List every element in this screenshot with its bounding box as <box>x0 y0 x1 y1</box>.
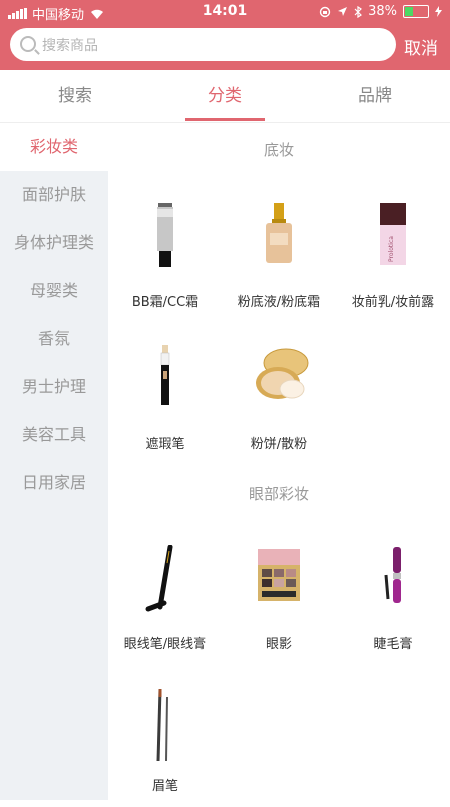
cancel-button[interactable]: 取消 <box>404 34 438 59</box>
product-label: 睫毛膏 <box>373 637 413 652</box>
charging-icon <box>435 6 442 17</box>
primer-bottle-icon: Prolotica <box>380 203 406 265</box>
product-primer[interactable]: Prolotica 妆前乳/妆前露 <box>336 203 450 323</box>
product-eyebrow-pencil[interactable]: 眉笔 <box>108 687 222 807</box>
tab-label: 搜索 <box>58 86 92 106</box>
sidebar-item-mens-care[interactable]: 男士护理 <box>0 363 108 411</box>
product-powder[interactable]: 粉饼/散粉 <box>222 345 336 465</box>
section-title: 底妆 <box>263 141 294 159</box>
tab-category[interactable]: 分类 <box>150 70 300 122</box>
product-label: 遮瑕笔 <box>145 437 185 452</box>
product-mascara[interactable]: 睫毛膏 <box>336 545 450 665</box>
bb-cream-tube-icon <box>157 203 173 267</box>
tab-search[interactable]: 搜索 <box>0 70 150 122</box>
sidebar-item-body-care[interactable]: 身体护理类 <box>0 219 108 267</box>
product-label: 眼影 <box>265 637 292 652</box>
sidebar-item-beauty-tools[interactable]: 美容工具 <box>0 411 108 459</box>
orientation-lock-icon <box>319 6 331 17</box>
location-icon <box>338 7 348 16</box>
category-content: 底妆 BB霜/CC霜 粉底液/粉底霜 Prolotica 妆前乳/妆前露 遮瑕笔… <box>108 123 450 800</box>
tab-label: 品牌 <box>358 86 392 106</box>
search-icon <box>20 36 36 52</box>
sidebar-item-home[interactable]: 日用家居 <box>0 459 108 507</box>
product-bb-cream[interactable]: BB霜/CC霜 <box>108 203 222 323</box>
product-eyeshadow[interactable]: 眼影 <box>222 545 336 665</box>
product-label: 眼线笔/眼线膏 <box>123 637 207 652</box>
battery-percent: 38% <box>368 4 397 19</box>
search-bar[interactable] <box>10 28 396 63</box>
tab-underline <box>185 118 265 121</box>
eyebrow-pencil-icon <box>156 688 168 762</box>
sidebar-item-mother-baby[interactable]: 母婴类 <box>0 267 108 315</box>
sidebar-item-fragrance[interactable]: 香氛 <box>0 315 108 363</box>
tab-label: 分类 <box>208 86 242 106</box>
product-foundation[interactable]: 粉底液/粉底霜 <box>222 203 336 323</box>
product-label: BB霜/CC霜 <box>131 295 199 310</box>
status-bar: 中国移动 14:01 38% <box>0 0 450 24</box>
tab-brand[interactable]: 品牌 <box>300 70 450 122</box>
mascara-icon <box>384 547 401 603</box>
product-label: 粉底液/粉底霜 <box>237 295 321 310</box>
bluetooth-icon <box>354 5 363 18</box>
concealer-pen-icon <box>160 345 170 405</box>
product-label: 眉笔 <box>151 779 178 794</box>
battery-icon <box>403 5 429 18</box>
sidebar-item-face-care[interactable]: 面部护肤 <box>0 171 108 219</box>
powder-compact-icon <box>256 348 309 399</box>
category-sidebar: 彩妆类 面部护肤 身体护理类 母婴类 香氛 男士护理 美容工具 日用家居 <box>0 123 108 800</box>
sidebar-item-makeup[interactable]: 彩妆类 <box>0 123 108 171</box>
foundation-bottle-icon <box>266 203 292 263</box>
product-label: 粉饼/散粉 <box>250 437 308 452</box>
product-label: 妆前乳/妆前露 <box>351 295 435 310</box>
eyeshadow-palette-icon <box>258 549 300 601</box>
section-title: 眼部彩妆 <box>248 485 309 503</box>
tab-bar: 搜索 分类 品牌 <box>0 70 450 123</box>
eyeliner-pen-icon <box>145 545 173 612</box>
search-input[interactable] <box>40 28 384 63</box>
product-eyeliner[interactable]: 眼线笔/眼线膏 <box>108 545 222 665</box>
top-bar: 中国移动 14:01 38% 取消 <box>0 0 450 70</box>
svg-text:Prolotica: Prolotica <box>388 236 395 262</box>
product-concealer[interactable]: 遮瑕笔 <box>108 345 222 465</box>
